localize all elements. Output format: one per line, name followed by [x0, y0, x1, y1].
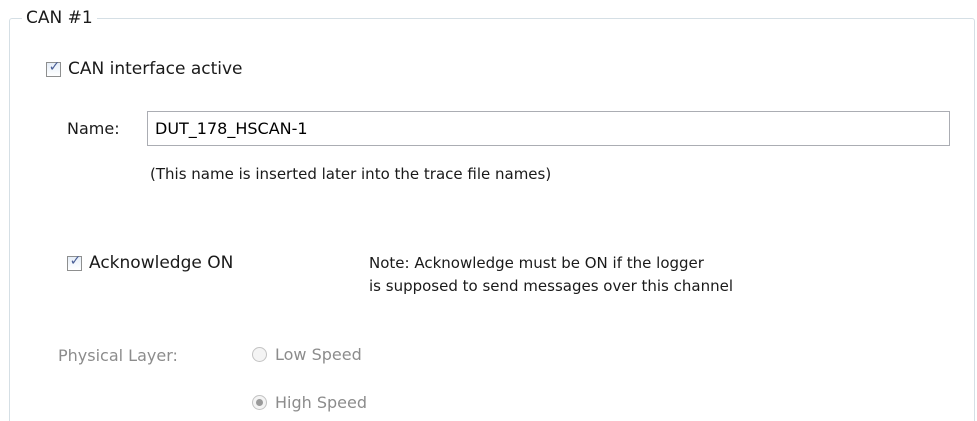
interface-active-label: CAN interface active [68, 59, 243, 79]
note-line-2: is supposed to send messages over this c… [369, 277, 733, 295]
radio-selected-dot [256, 399, 263, 406]
interface-active-checkbox-row[interactable]: ✓ CAN interface active [46, 58, 243, 80]
acknowledge-note: Note: Acknowledge must be ON if the logg… [369, 252, 733, 298]
high-speed-label: High Speed [275, 393, 368, 412]
physical-layer-label: Physical Layer: [58, 346, 178, 365]
acknowledge-checkbox[interactable]: ✓ [67, 252, 82, 271]
name-label: Name: [67, 119, 120, 138]
high-speed-radio-row[interactable]: High Speed [252, 393, 367, 412]
group-title: CAN #1 [22, 6, 97, 30]
note-line-1: Note: Acknowledge must be ON if the logg… [369, 254, 704, 272]
low-speed-radio[interactable] [252, 347, 267, 362]
check-mark-icon: ✓ [69, 252, 82, 269]
name-hint: (This name is inserted later into the tr… [150, 165, 552, 183]
high-speed-radio[interactable] [252, 395, 267, 410]
interface-active-checkbox[interactable]: ✓ [46, 58, 61, 77]
name-field[interactable] [147, 111, 950, 146]
low-speed-label: Low Speed [275, 345, 362, 364]
can-settings-panel: CAN #1 ✓ CAN interface active Name: (Thi… [0, 0, 977, 421]
acknowledge-checkbox-row[interactable]: ✓ Acknowledge ON [67, 252, 233, 274]
low-speed-radio-row[interactable]: Low Speed [252, 345, 362, 364]
check-mark-icon: ✓ [48, 58, 61, 75]
acknowledge-label: Acknowledge ON [89, 253, 234, 273]
